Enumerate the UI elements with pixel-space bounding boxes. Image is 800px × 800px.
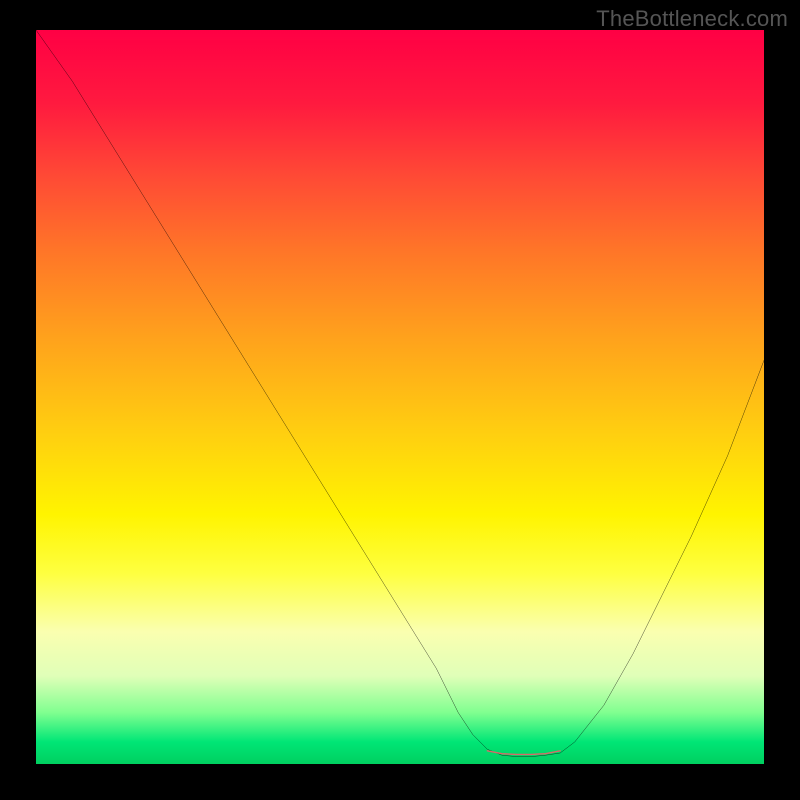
chart-svg [36, 30, 764, 764]
watermark-text: TheBottleneck.com [596, 6, 788, 32]
plot-area [36, 30, 764, 764]
bottleneck-curve [36, 30, 764, 757]
